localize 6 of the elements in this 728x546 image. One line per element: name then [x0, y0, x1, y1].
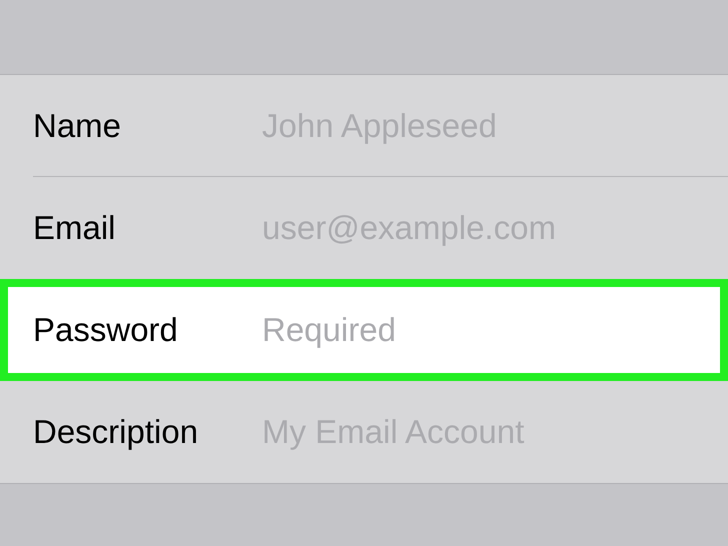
field-label: Password — [33, 310, 179, 350]
text-field[interactable]: Required — [262, 305, 720, 355]
field-label: Name — [33, 106, 122, 146]
field-label: Email — [33, 208, 117, 248]
highlighted-form-row[interactable]: Password Required — [0, 279, 728, 381]
field-label: Description — [33, 412, 200, 452]
